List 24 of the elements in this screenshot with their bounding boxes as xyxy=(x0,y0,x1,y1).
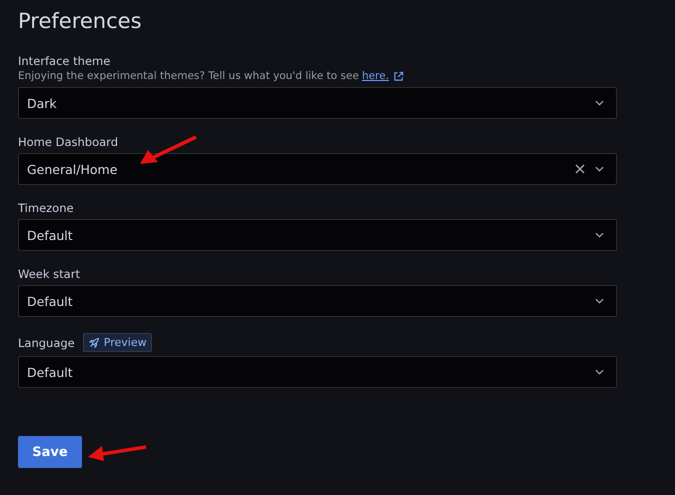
save-button[interactable]: Save xyxy=(18,436,82,468)
page-title: Preferences xyxy=(18,8,143,35)
select-field[interactable]: Default xyxy=(18,219,617,251)
field-label: Timezone xyxy=(18,201,74,215)
clear-icon[interactable] xyxy=(575,164,585,174)
preview-badge: Preview xyxy=(82,333,152,352)
select-field[interactable]: Default xyxy=(18,356,617,388)
field-label: Language xyxy=(18,336,75,350)
chevron-down-icon xyxy=(595,298,604,304)
chevron-down-icon xyxy=(595,100,604,106)
select-field[interactable]: Default xyxy=(18,285,617,317)
annotation-arrow xyxy=(138,135,198,167)
field-label: Week start xyxy=(18,267,80,281)
field-label: Interface theme xyxy=(18,54,110,68)
feedback-link[interactable]: here. xyxy=(362,70,389,82)
select-field[interactable]: General/Home xyxy=(18,153,617,185)
rocket-icon xyxy=(88,336,100,348)
chevron-down-icon xyxy=(595,369,604,375)
chevron-down-icon xyxy=(595,232,604,238)
chevron-down-icon xyxy=(595,166,604,172)
external-link-icon xyxy=(392,70,404,82)
field-label: Home Dashboard xyxy=(18,135,118,149)
select-field[interactable]: Dark xyxy=(18,87,617,119)
field-description: Enjoying the experimental themes? Tell us what you'd like to see here. xyxy=(18,70,617,82)
